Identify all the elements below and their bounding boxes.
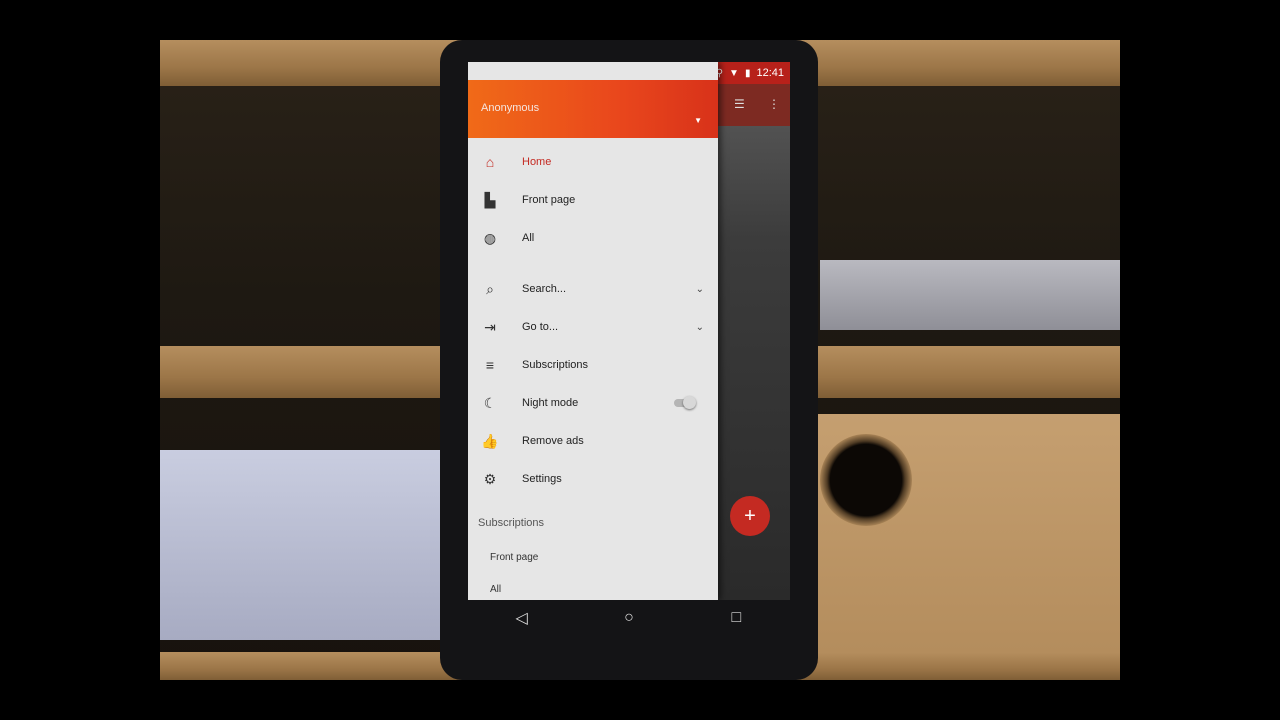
chevron-down-icon[interactable]: ⌄ [696, 284, 704, 295]
drawer-item-front-page[interactable]: ▙ Front page [468, 183, 718, 217]
main-content: ☰ ⋮ + [718, 84, 790, 600]
drawer-item-night-mode[interactable]: ☾ Night mode [468, 386, 718, 420]
recents-icon[interactable]: □ [718, 609, 754, 627]
night-mode-toggle[interactable] [674, 396, 696, 409]
go-to-icon: ⇥ [484, 318, 496, 335]
battery-icon: ▮ [744, 67, 751, 79]
drawer-item-go-to[interactable]: ⇥ Go to... ⌄ [468, 310, 718, 344]
chevron-down-icon[interactable]: ⌄ [696, 322, 704, 333]
drawer-item-label: Remove ads [522, 435, 584, 447]
drawer-item-label: Go to... [522, 321, 559, 333]
drawer-item-label: All [522, 232, 535, 244]
drawer-item-all[interactable]: ◍ All [468, 221, 718, 255]
navigation-drawer: Anonymous ▼ ⌂ Home ▙ Front page ◍ All ⌕ … [468, 62, 718, 600]
drawer-item-label: Settings [522, 473, 562, 485]
drawer-item-home[interactable]: ⌂ Home [468, 145, 718, 179]
phone-screen: ☰ ⋮ + ⚲ ▼ ▮ 12:41 Anonymous ▼ ⌂ Home ▙ F… [468, 62, 790, 600]
drawer-item-remove-ads[interactable]: 👍 Remove ads [468, 424, 718, 458]
app-toolbar: ☰ ⋮ [718, 84, 790, 126]
drawer-item-subscriptions[interactable]: ≡ Subscriptions [468, 348, 718, 382]
thumbs-up-icon: 👍 [481, 432, 499, 449]
back-icon[interactable]: ◁ [504, 608, 540, 628]
paper-stack-left [160, 450, 440, 640]
drawer-item-label: Search... [522, 283, 567, 295]
wifi-icon: ▼ [729, 67, 739, 79]
drawer-item-settings[interactable]: ⚙ Settings [468, 462, 718, 496]
subscriptions-header: Subscriptions [478, 517, 545, 529]
moon-icon: ☾ [483, 394, 497, 411]
drawer-item-label: Subscriptions [522, 359, 589, 371]
overflow-menu-icon[interactable]: ⋮ [768, 97, 780, 111]
drawer-item-label: Front page [522, 194, 576, 206]
account-name: Anonymous [481, 102, 540, 114]
sort-icon[interactable]: ☰ [734, 97, 745, 111]
account-dropdown-icon[interactable]: ▼ [694, 116, 702, 125]
system-navigation-bar: ◁ ○ □ [468, 600, 790, 636]
book-icon: ▙ [484, 191, 496, 208]
search-icon: ⌕ [486, 280, 494, 297]
paper-stack-right [820, 260, 1120, 330]
list-icon: ≡ [485, 357, 495, 373]
globe-icon: ◍ [483, 229, 497, 246]
home-icon: ⌂ [485, 154, 495, 170]
drawer-item-label: Night mode [522, 397, 579, 409]
gear-icon: ⚙ [483, 470, 497, 487]
drawer-item-search[interactable]: ⌕ Search... ⌄ [468, 272, 718, 306]
drawer-hole [820, 434, 912, 526]
clock: 12:41 [756, 67, 784, 79]
drawer-header[interactable]: Anonymous ▼ [468, 80, 718, 138]
subscription-item[interactable]: All [490, 584, 501, 595]
drawer-item-label: Home [522, 156, 552, 168]
home-button-icon[interactable]: ○ [611, 609, 647, 627]
add-post-fab[interactable]: + [730, 496, 770, 536]
subscription-item[interactable]: Front page [490, 552, 538, 563]
